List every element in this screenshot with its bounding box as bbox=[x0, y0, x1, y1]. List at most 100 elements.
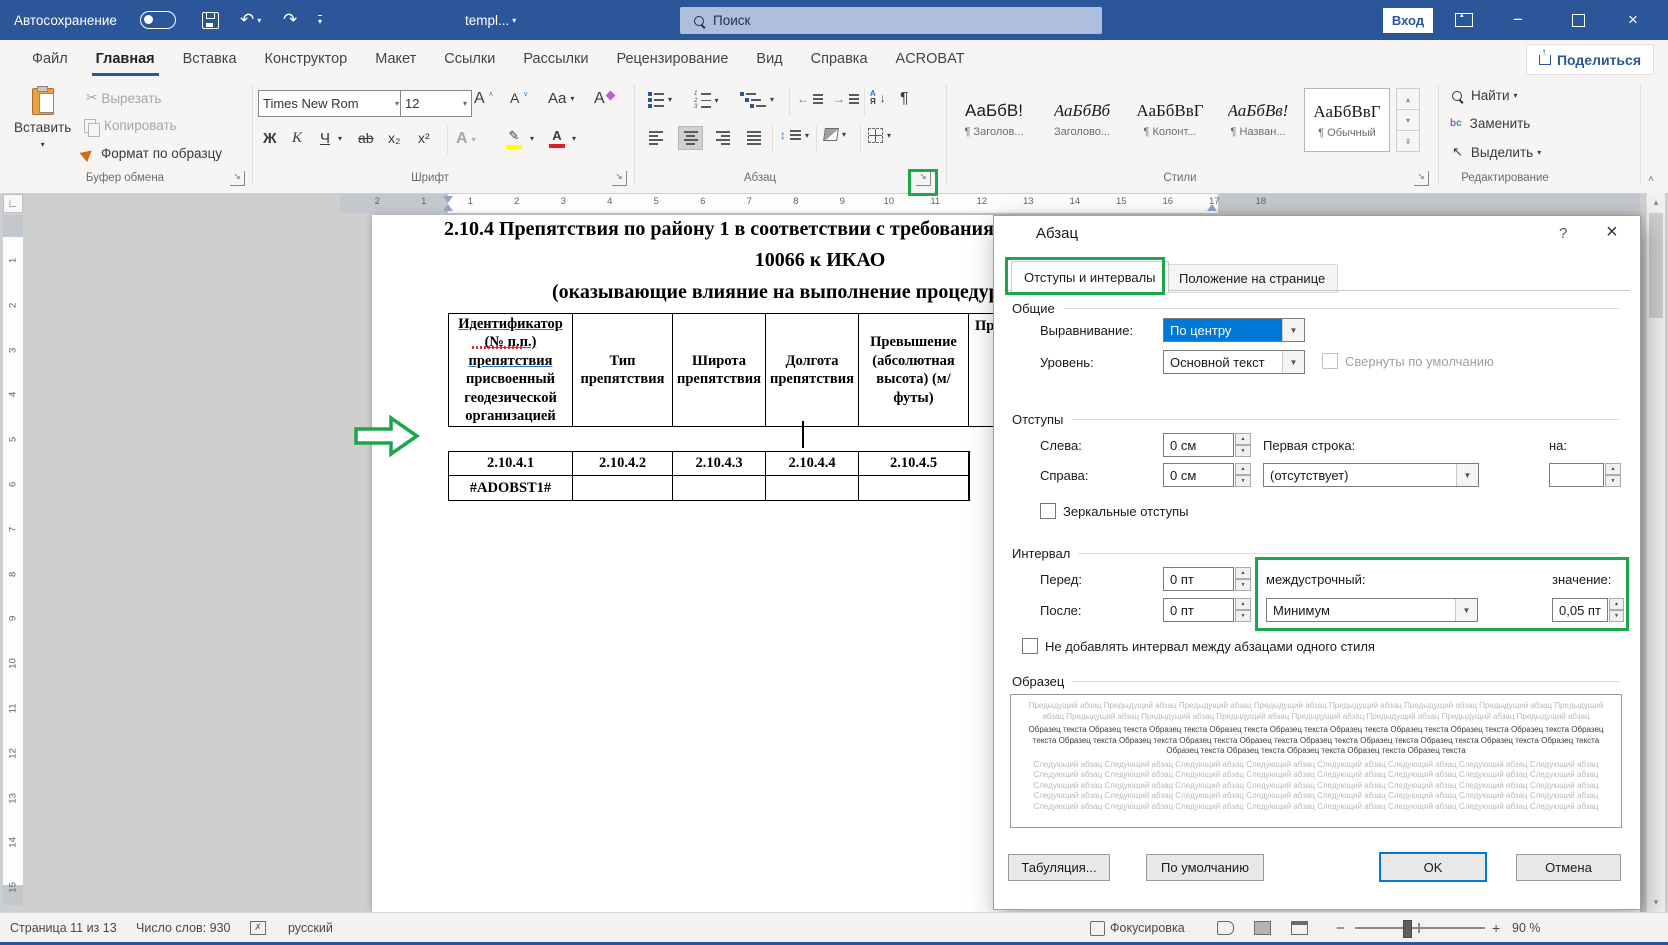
cancel-button[interactable]: Отмена bbox=[1516, 854, 1621, 881]
font-size-combo[interactable]: 12▾ bbox=[400, 90, 472, 117]
scrollbar-thumb[interactable] bbox=[1649, 213, 1663, 318]
paste-button[interactable]: Вставить▾ bbox=[14, 88, 71, 149]
table-cell[interactable] bbox=[766, 476, 859, 500]
indent-right-spinner[interactable]: 0 см▲▼ bbox=[1163, 463, 1251, 487]
zoom-slider-thumb[interactable] bbox=[1403, 920, 1412, 938]
subscript-button[interactable]: x₂ bbox=[388, 130, 400, 146]
table-cell[interactable]: #ADOBST1# bbox=[449, 476, 573, 500]
document-title[interactable]: templ...▾ bbox=[465, 0, 516, 40]
replace-button[interactable]: bcЗаменить bbox=[1450, 116, 1530, 131]
chevron-down-icon[interactable]: ▼ bbox=[1282, 351, 1304, 373]
superscript-button[interactable]: x² bbox=[418, 130, 430, 146]
styles-scroll-up-icon[interactable]: ▴ bbox=[1396, 88, 1420, 110]
cut-button[interactable]: ✂Вырезать bbox=[86, 90, 161, 106]
share-button[interactable]: Поделиться bbox=[1526, 44, 1654, 75]
table-cell[interactable] bbox=[573, 476, 673, 500]
set-default-button[interactable]: По умолчанию bbox=[1146, 854, 1264, 881]
align-center-button[interactable] bbox=[678, 126, 703, 150]
style-card-heading2[interactable]: АаБбВбЗаголово... bbox=[1040, 88, 1124, 150]
table-cell[interactable]: 2.10.4.3 bbox=[673, 452, 766, 475]
align-right-button[interactable] bbox=[712, 128, 733, 148]
maximize-button[interactable] bbox=[1572, 0, 1585, 40]
decrease-indent-button[interactable]: ← bbox=[797, 92, 823, 106]
text-effects-button[interactable]: A▾ bbox=[456, 130, 476, 148]
style-card-heading1[interactable]: АаБбВ!¶ Заголов... bbox=[952, 88, 1036, 150]
save-icon[interactable] bbox=[202, 0, 219, 40]
collapse-ribbon-icon[interactable]: ˄ bbox=[1648, 174, 1654, 185]
table-header-cell[interactable]: Долгота препятствия bbox=[766, 314, 859, 426]
close-button[interactable]: × bbox=[1628, 0, 1638, 40]
obstacle-values-table[interactable]: 2.10.4.12.10.4.22.10.4.32.10.4.42.10.4.5… bbox=[448, 451, 970, 501]
page-indicator[interactable]: Страница 11 из 13 bbox=[10, 913, 117, 943]
change-case-button[interactable]: Aa▾ bbox=[548, 90, 574, 107]
table-header-cell[interactable]: Широта препятствия bbox=[673, 314, 766, 426]
doc-title-line3[interactable]: (оказывающие влияние на выполнение проце… bbox=[552, 281, 1016, 304]
spacing-after-spinner[interactable]: 0 пт▲▼ bbox=[1163, 598, 1251, 622]
search-input[interactable]: Поиск bbox=[680, 7, 1102, 34]
tab-file[interactable]: Файл bbox=[18, 40, 82, 78]
bullets-button[interactable]: ▾ bbox=[648, 92, 672, 108]
dialog-help-icon[interactable]: ? bbox=[1559, 225, 1567, 242]
redo-icon[interactable]: ↷ bbox=[283, 0, 297, 40]
numbering-button[interactable]: 123▾ bbox=[694, 92, 719, 109]
sort-button[interactable]: АЯ↓ bbox=[870, 90, 886, 106]
scroll-up-icon[interactable]: ▴ bbox=[1647, 194, 1665, 211]
tab-acrobat[interactable]: ACROBAT bbox=[882, 40, 979, 78]
shrink-font-button[interactable]: A˅ bbox=[510, 90, 528, 106]
header-identifier-link[interactable]: Идентификатор (№ п.п.) препятствия bbox=[451, 315, 570, 371]
style-card-title[interactable]: АаБбВв!¶ Назван... bbox=[1216, 88, 1300, 150]
autosave-toggle[interactable] bbox=[140, 0, 176, 40]
doc-title-line1[interactable]: 2.10.4 Препятствия по району 1 в соответ… bbox=[444, 218, 1019, 241]
tab-stop-selector[interactable]: ∟ bbox=[3, 194, 23, 213]
minimize-button[interactable]: − bbox=[1513, 0, 1523, 40]
undo-icon[interactable]: ↶▾ bbox=[240, 0, 261, 40]
table-header-cell[interactable]: Тип препятствия bbox=[573, 314, 673, 426]
quick-access-caret-icon[interactable]: ▾ bbox=[318, 0, 322, 40]
obstacle-header-table[interactable]: Идентификатор (№ п.п.) препятствия присв… bbox=[448, 313, 1040, 427]
table-cell[interactable] bbox=[673, 476, 766, 500]
mirror-indents-checkbox[interactable]: Зеркальные отступы bbox=[1040, 503, 1188, 519]
chevron-down-icon[interactable]: ▼ bbox=[1282, 319, 1304, 341]
indent-left-spinner[interactable]: 0 см▲▼ bbox=[1163, 433, 1251, 457]
highlight-color-button[interactable]: ✎ bbox=[506, 128, 522, 149]
tab-view[interactable]: Вид bbox=[742, 40, 796, 78]
format-painter-button[interactable]: Формат по образцу bbox=[82, 146, 222, 161]
ok-button[interactable]: OK bbox=[1379, 852, 1487, 882]
styles-dialog-launcher-icon[interactable] bbox=[1414, 171, 1429, 186]
borders-button[interactable]: ▾ bbox=[868, 128, 891, 143]
tab-line-page-breaks[interactable]: Положение на странице bbox=[1166, 264, 1338, 293]
line-spacing-button[interactable]: ↕▾ bbox=[780, 128, 809, 142]
italic-button[interactable]: К bbox=[292, 130, 302, 147]
tab-insert[interactable]: Вставка bbox=[169, 40, 251, 78]
clipboard-dialog-launcher-icon[interactable] bbox=[230, 171, 245, 186]
ribbon-display-options-icon[interactable] bbox=[1455, 0, 1473, 40]
table-cell[interactable]: 2.10.4.1 bbox=[449, 452, 573, 475]
right-indent-marker[interactable] bbox=[1207, 204, 1217, 211]
first-line-combo[interactable]: (отсутствует)▼ bbox=[1263, 463, 1479, 487]
bold-button[interactable]: Ж bbox=[263, 130, 277, 147]
tab-home[interactable]: Главная bbox=[82, 40, 169, 78]
underline-caret-icon[interactable]: ▾ bbox=[338, 134, 342, 143]
spacing-before-spinner[interactable]: 0 пт▲▼ bbox=[1163, 567, 1251, 591]
print-layout-icon[interactable] bbox=[1254, 913, 1271, 943]
table-cell[interactable]: 2.10.4.5 bbox=[859, 452, 969, 475]
tab-design[interactable]: Конструктор bbox=[251, 40, 362, 78]
hanging-indent-marker[interactable] bbox=[443, 204, 453, 211]
document-scrollbar[interactable]: ▴ ▾ bbox=[1646, 193, 1665, 912]
tab-review[interactable]: Рецензирование bbox=[602, 40, 742, 78]
shading-button[interactable]: ▾ bbox=[824, 128, 846, 141]
font-color-caret-icon[interactable]: ▾ bbox=[572, 134, 576, 143]
select-button[interactable]: ↖Выделить▾ bbox=[1452, 144, 1541, 160]
word-count[interactable]: Число слов: 930 bbox=[136, 913, 231, 943]
tab-mailings[interactable]: Рассылки bbox=[509, 40, 602, 78]
sign-in-button[interactable]: Вход bbox=[1383, 8, 1433, 33]
highlight-caret-icon[interactable]: ▾ bbox=[530, 134, 534, 143]
style-card-header[interactable]: АаБбВвГ¶ Колонт... bbox=[1128, 88, 1212, 150]
zoom-out-icon[interactable]: − bbox=[1336, 913, 1345, 943]
language-indicator[interactable]: русский bbox=[288, 913, 333, 943]
font-name-combo[interactable]: Times New Rom▾ bbox=[258, 90, 404, 117]
table-cell[interactable] bbox=[859, 476, 969, 500]
chevron-down-icon[interactable]: ▼ bbox=[1456, 464, 1478, 486]
strikethrough-button[interactable]: ab bbox=[358, 130, 374, 146]
outline-level-combo[interactable]: Основной текст▼ bbox=[1163, 350, 1305, 374]
